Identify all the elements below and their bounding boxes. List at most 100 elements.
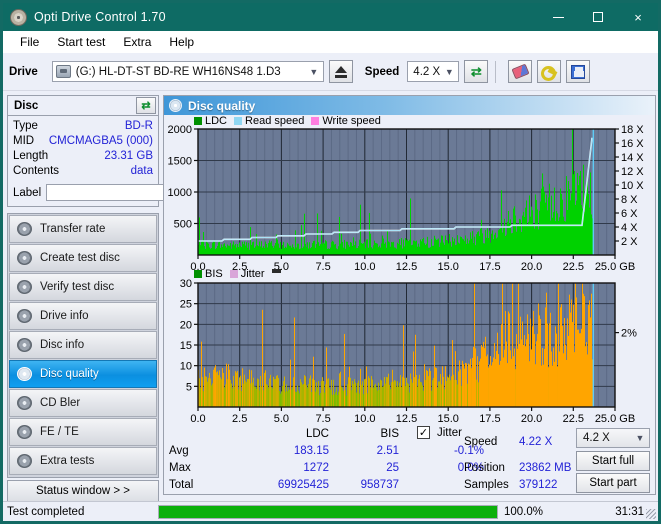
sidebar-item-label: FE / TE	[40, 426, 79, 438]
speed-select[interactable]: 4.2 X ▼	[407, 61, 460, 82]
sidebar-item-extra-tests[interactable]: Extra tests	[9, 447, 157, 475]
chevron-down-icon: ▼	[635, 433, 645, 443]
legend-swatch-read-speed	[234, 117, 243, 125]
disc-panel-title: Disc	[14, 99, 39, 112]
stats-samples-label: Samples	[464, 479, 509, 491]
drive-select[interactable]: (G:) HL-DT-ST BD-RE WH16NS48 1.D3 ▼	[51, 61, 324, 82]
disc-length-value: 23.31 GB	[104, 150, 153, 162]
ldc-chart-canvas: 2000 1500 1000 500 18 X 16 X 14 X 12 X 10 X 8 X 6 …	[168, 124, 645, 273]
disc-icon	[17, 251, 32, 265]
disc-row-contents: Contents data	[13, 164, 153, 179]
sidebar-item-drive-info[interactable]: Drive info	[9, 302, 157, 330]
stats-position-label: Position	[464, 462, 505, 474]
legend-label-read-speed: Read speed	[245, 115, 305, 127]
resize-grip-icon[interactable]	[646, 509, 656, 519]
menu-help[interactable]: Help	[160, 33, 203, 51]
stats-header-ldc: LDC	[305, 428, 329, 440]
refresh-icon: ⇄	[141, 100, 151, 112]
maximize-button[interactable]	[578, 3, 618, 31]
eject-button[interactable]	[328, 60, 353, 83]
save-icon	[571, 64, 586, 79]
status-window-button[interactable]: Status window > >	[7, 480, 159, 502]
legend-item-ldc: LDC	[194, 115, 227, 127]
disc-icon	[17, 222, 32, 236]
chevron-down-icon: ▼	[309, 66, 319, 77]
stats-max-bis: 25	[386, 462, 399, 474]
disc-label-row: Label	[13, 183, 249, 202]
disc-icon	[17, 338, 32, 352]
test-nav-list: Transfer rate Create test disc Verify te…	[7, 213, 159, 478]
disc-mid-key: MID	[13, 135, 35, 147]
disc-row-mid: MID CMCMAGBA5 (000)	[13, 134, 153, 149]
test-speed-select[interactable]: 4.2 X ▼	[576, 428, 650, 448]
stats-position-value: 23862 MB	[519, 462, 572, 474]
statistics-panel: LDC BIS ✓ Jitter Avg 183.15 2.51 -0.1% M…	[164, 426, 655, 494]
tools-icon	[541, 65, 557, 81]
menu-file[interactable]: File	[11, 33, 48, 51]
stats-samples-value: 379122	[519, 479, 558, 491]
svg-text:14 X: 14 X	[621, 152, 644, 164]
close-button[interactable]: ×	[618, 3, 658, 31]
menu-start-test[interactable]: Start test	[48, 33, 114, 51]
jitter-checkbox[interactable]: ✓	[417, 426, 430, 439]
legend-swatch-write-speed	[311, 117, 320, 125]
disc-quality-panel: Disc quality LDC Read speed Write speed …	[163, 30, 656, 495]
menu-extra[interactable]: Extra	[114, 33, 160, 51]
svg-text:16 X: 16 X	[621, 138, 644, 150]
svg-text:18 X: 18 X	[621, 124, 644, 136]
progress-percent: 100.0%	[504, 505, 544, 518]
jitter-toggle[interactable]: ✓ Jitter	[417, 426, 462, 439]
disc-panel: Disc ⇄ Type BD-R MID CMCMAGBA5 (000) Len…	[7, 95, 249, 207]
svg-text:17.5: 17.5	[479, 413, 500, 425]
progress-bar	[158, 504, 498, 519]
svg-text:5: 5	[186, 381, 192, 393]
svg-text:6 X: 6 X	[621, 208, 638, 220]
stats-row-total-label: Total	[169, 479, 194, 491]
svg-text:1000: 1000	[168, 187, 192, 199]
sidebar-item-transfer-rate[interactable]: Transfer rate	[9, 215, 157, 243]
disc-icon	[17, 454, 32, 468]
disc-contents-value: data	[130, 165, 153, 177]
sidebar-item-create-test-disc[interactable]: Create test disc	[9, 244, 157, 272]
ldc-chart: LDC Read speed Write speed 2000 1500 1000 5…	[164, 115, 655, 275]
tools-button[interactable]	[537, 60, 562, 83]
window-controls: ×	[538, 3, 658, 31]
start-full-button[interactable]: Start full	[576, 451, 650, 471]
legend-label-write-speed: Write speed	[322, 115, 381, 127]
sidebar-item-disc-info[interactable]: Disc info	[9, 331, 157, 359]
save-button[interactable]	[566, 60, 591, 83]
erase-button[interactable]	[508, 60, 533, 83]
disc-length-key: Length	[13, 150, 49, 162]
stats-speed-label: Speed	[464, 436, 498, 448]
drive-icon	[55, 65, 71, 78]
svg-text:25: 25	[180, 299, 192, 311]
svg-text:25.0 GB: 25.0 GB	[595, 413, 635, 425]
sidebar-item-verify-test-disc[interactable]: Verify test disc	[9, 273, 157, 301]
sidebar-item-cd-bler[interactable]: CD Bler	[9, 389, 157, 417]
content-header: Disc quality	[164, 96, 655, 115]
sidebar-item-fe-te[interactable]: FE / TE	[9, 418, 157, 446]
svg-text:0.0: 0.0	[190, 413, 205, 425]
bis-chart: BIS Jitter 3025201510510%8%6%4%2%0.02.55…	[164, 30, 655, 427]
minimize-button[interactable]	[538, 3, 578, 31]
legend-item-read-speed: Read speed	[234, 115, 304, 127]
rescan-button[interactable]: ⇄	[464, 60, 489, 83]
app-window: Opti Drive Control 1.70 × File Start tes…	[0, 0, 661, 524]
disc-row-length: Length 23.31 GB	[13, 149, 153, 164]
disc-quality-icon	[169, 99, 182, 112]
svg-text:10.0: 10.0	[354, 413, 375, 425]
sidebar-item-label: CD Bler	[40, 397, 81, 409]
svg-text:30: 30	[180, 278, 192, 290]
start-part-button[interactable]: Start part	[576, 473, 650, 493]
sidebar-item-disc-quality[interactable]: Disc quality	[9, 360, 157, 388]
drive-select-value: (G:) HL-DT-ST BD-RE WH16NS48 1.D3	[75, 65, 281, 78]
svg-text:22.5: 22.5	[563, 413, 584, 425]
disc-refresh-button[interactable]: ⇄	[136, 97, 156, 114]
legend-item-jitter: Jitter	[229, 268, 265, 280]
eraser-icon	[511, 63, 530, 80]
app-disc-icon	[10, 8, 27, 26]
legend-label-bis: BIS	[205, 268, 223, 280]
disc-icon	[17, 425, 32, 439]
disc-icon	[17, 309, 32, 323]
menu-bar: File Start test Extra Help	[3, 31, 658, 53]
